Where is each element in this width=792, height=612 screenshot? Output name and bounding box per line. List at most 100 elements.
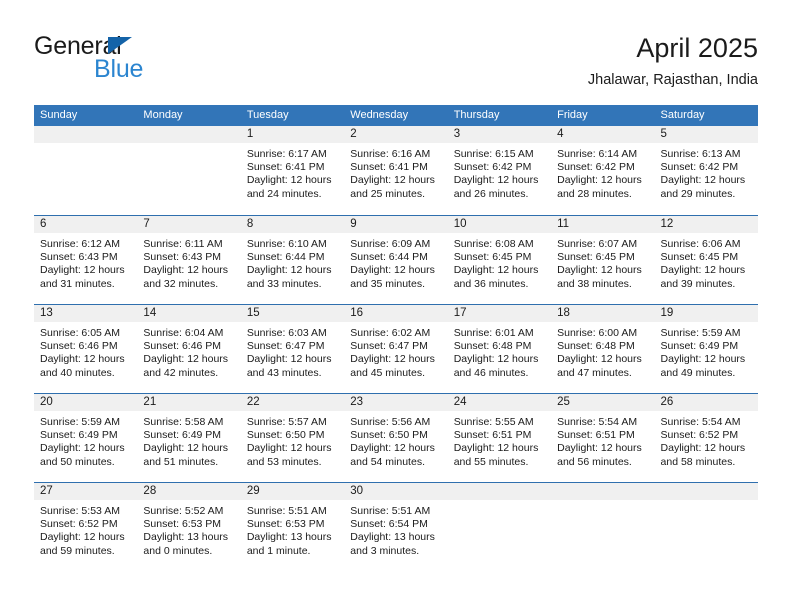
day-cell[interactable]: 13 Sunrise: 6:05 AM Sunset: 6:46 PM Dayligh… (34, 305, 138, 393)
day-number-strip (137, 126, 241, 143)
weekday-header-friday: Friday (557, 109, 588, 121)
day-details: Sunrise: 5:57 AM Sunset: 6:50 PM Daylight:… (241, 411, 344, 469)
day-details: Sunrise: 6:06 AM Sunset: 6:45 PM Daylight:… (655, 233, 758, 291)
day-cell[interactable]: 8 Sunrise: 6:10 AM Sunset: 6:44 PM Daylight… (240, 216, 345, 304)
day-detail-line: Sunrise: 6:14 AM (557, 148, 638, 160)
day-number: 13 (40, 307, 53, 319)
day-detail-line: Sunset: 6:49 PM (143, 429, 222, 442)
day-detail-line: Sunset: 6:51 PM (557, 429, 635, 442)
day-cell[interactable]: 20 Sunrise: 5:59 AM Sunset: 6:49 PM Dayligh… (34, 394, 138, 482)
day-detail-line: Sunset: 6:52 PM (40, 518, 118, 531)
day-details: Sunrise: 5:51 AM Sunset: 6:54 PM Daylight:… (344, 500, 447, 558)
day-cell[interactable]: 5 Sunrise: 6:13 AM Sunset: 6:42 PM Daylight… (654, 126, 758, 215)
day-detail-line: Sunset: 6:51 PM (453, 429, 532, 442)
day-detail-line: Sunrise: 6:02 AM (350, 327, 431, 339)
day-cell[interactable]: 2 Sunrise: 6:16 AM Sunset: 6:41 PM Daylight… (344, 126, 448, 215)
day-detail-line: and 50 minutes. (40, 455, 115, 468)
day-cell[interactable]: 11 Sunrise: 6:07 AM Sunset: 6:45 PM Dayligh… (551, 216, 655, 304)
day-cell[interactable]: 3 Sunrise: 6:15 AM Sunset: 6:42 PM Daylight… (447, 126, 552, 215)
day-detail-line: Sunrise: 5:59 AM (660, 327, 741, 339)
day-cell[interactable]: 25 Sunrise: 5:54 AM Sunset: 6:51 PM Dayligh… (551, 394, 655, 482)
day-cell[interactable]: 17 Sunrise: 6:01 AM Sunset: 6:48 PM Dayligh… (447, 305, 552, 393)
day-cell[interactable]: 26 Sunrise: 5:54 AM Sunset: 6:52 PM Dayligh… (654, 394, 758, 482)
day-detail-line: Sunset: 6:42 PM (660, 161, 739, 174)
day-detail-line: Daylight: 12 hours (350, 174, 435, 187)
day-number-strip: 2 (344, 126, 448, 143)
day-cell[interactable]: 27 Sunrise: 5:53 AM Sunset: 6:52 PM Dayligh… (34, 483, 138, 571)
day-number: 26 (660, 396, 674, 408)
day-cell[interactable]: 9 Sunrise: 6:09 AM Sunset: 6:44 PM Daylight… (344, 216, 448, 304)
day-detail-line: Sunset: 6:48 PM (453, 340, 532, 353)
day-cell[interactable]: 16 Sunrise: 6:02 AM Sunset: 6:47 PM Dayligh… (344, 305, 448, 393)
day-number: 11 (557, 218, 570, 230)
day-number: 5 (660, 128, 667, 140)
day-detail-line: Sunset: 6:41 PM (246, 161, 325, 174)
day-cell-empty (654, 483, 758, 571)
day-details: Sunrise: 6:16 AM Sunset: 6:41 PM Daylight:… (344, 143, 447, 201)
day-details: Sunrise: 6:02 AM Sunset: 6:47 PM Daylight:… (344, 322, 447, 380)
day-cell[interactable]: 28 Sunrise: 5:52 AM Sunset: 6:53 PM Dayligh… (137, 483, 241, 571)
day-detail-line: Sunset: 6:43 PM (40, 251, 118, 264)
day-detail-line: and 38 minutes. (557, 277, 632, 290)
day-detail-line: Daylight: 12 hours (143, 353, 229, 366)
day-number-strip: 5 (654, 126, 758, 143)
day-cell[interactable]: 22 Sunrise: 5:57 AM Sunset: 6:50 PM Dayligh… (240, 394, 345, 482)
page-subtitle: Jhalawar, Rajasthan, India (587, 72, 758, 88)
day-cell[interactable]: 14 Sunrise: 6:04 AM Sunset: 6:46 PM Dayligh… (137, 305, 241, 393)
day-number-strip: 27 (34, 483, 138, 500)
day-number: 27 (40, 485, 53, 497)
day-detail-line: and 3 minutes. (350, 544, 420, 557)
day-cell[interactable]: 4 Sunrise: 6:14 AM Sunset: 6:42 PM Daylight… (551, 126, 655, 215)
day-number: 20 (40, 396, 53, 408)
day-details: Sunrise: 6:05 AM Sunset: 6:46 PM Daylight:… (34, 322, 137, 380)
day-cell[interactable]: 24 Sunrise: 5:55 AM Sunset: 6:51 PM Dayligh… (447, 394, 552, 482)
day-detail-line: Daylight: 12 hours (557, 353, 642, 366)
weekday-header-tuesday: Tuesday (246, 109, 289, 121)
day-detail-line: Sunrise: 6:09 AM (350, 238, 431, 250)
day-details: Sunrise: 6:08 AM Sunset: 6:45 PM Daylight:… (448, 233, 551, 291)
day-cell[interactable]: 19 Sunrise: 5:59 AM Sunset: 6:49 PM Dayligh… (654, 305, 758, 393)
day-cell[interactable]: 30 Sunrise: 5:51 AM Sunset: 6:54 PM Dayligh… (344, 483, 448, 571)
day-detail-line: Daylight: 12 hours (557, 442, 642, 455)
day-number-strip (654, 483, 758, 500)
day-number-strip: 9 (344, 216, 448, 233)
day-detail-line: Sunset: 6:47 PM (350, 340, 428, 353)
day-number: 3 (453, 128, 461, 140)
generalblue-logo: General Blue (34, 32, 214, 90)
day-detail-line: Daylight: 12 hours (453, 353, 539, 366)
day-number: 15 (246, 307, 260, 319)
day-cell[interactable]: 29 Sunrise: 5:51 AM Sunset: 6:53 PM Dayligh… (240, 483, 345, 571)
day-cell[interactable]: 1 Sunrise: 6:17 AM Sunset: 6:41 PM Daylight… (240, 126, 345, 215)
day-details: Sunrise: 6:12 AM Sunset: 6:43 PM Daylight:… (34, 233, 137, 291)
day-cell-empty (447, 483, 552, 571)
day-detail-line: Sunrise: 5:56 AM (350, 416, 431, 428)
day-number: 7 (143, 218, 150, 230)
day-number-strip: 10 (447, 216, 552, 233)
day-number: 12 (660, 218, 674, 230)
day-detail-line: Sunrise: 5:59 AM (40, 416, 120, 428)
day-detail-line: Daylight: 12 hours (557, 174, 642, 187)
day-detail-line: and 25 minutes. (350, 187, 425, 200)
day-cell[interactable]: 12 Sunrise: 6:06 AM Sunset: 6:45 PM Dayligh… (654, 216, 758, 304)
day-number: 19 (660, 307, 674, 319)
day-detail-line: Sunset: 6:46 PM (40, 340, 118, 353)
day-cell[interactable]: 10 Sunrise: 6:08 AM Sunset: 6:45 PM Dayligh… (447, 216, 552, 304)
day-detail-line: Sunrise: 5:51 AM (246, 505, 327, 517)
day-cell[interactable]: 21 Sunrise: 5:58 AM Sunset: 6:49 PM Dayligh… (137, 394, 241, 482)
day-detail-line: Sunset: 6:49 PM (40, 429, 118, 442)
day-detail-line: Sunrise: 5:52 AM (143, 505, 224, 517)
day-cell[interactable]: 15 Sunrise: 6:03 AM Sunset: 6:47 PM Dayligh… (240, 305, 345, 393)
day-detail-line: Sunrise: 6:04 AM (143, 327, 224, 339)
day-number-strip: 25 (551, 394, 655, 411)
day-detail-line: Sunset: 6:41 PM (350, 161, 428, 174)
day-cell[interactable]: 7 Sunrise: 6:11 AM Sunset: 6:43 PM Daylight… (137, 216, 241, 304)
day-cell[interactable]: 6 Sunrise: 6:12 AM Sunset: 6:43 PM Daylight… (34, 216, 138, 304)
day-detail-line: and 26 minutes. (453, 187, 529, 200)
day-cell[interactable]: 18 Sunrise: 6:00 AM Sunset: 6:48 PM Dayligh… (551, 305, 655, 393)
day-cell[interactable]: 23 Sunrise: 5:56 AM Sunset: 6:50 PM Dayligh… (344, 394, 448, 482)
day-detail-line: and 36 minutes. (453, 277, 529, 290)
day-details: Sunrise: 5:55 AM Sunset: 6:51 PM Daylight:… (448, 411, 551, 469)
day-detail-line: Sunrise: 6:08 AM (453, 238, 534, 250)
day-number-strip: 29 (240, 483, 345, 500)
day-number: 1 (246, 128, 254, 140)
